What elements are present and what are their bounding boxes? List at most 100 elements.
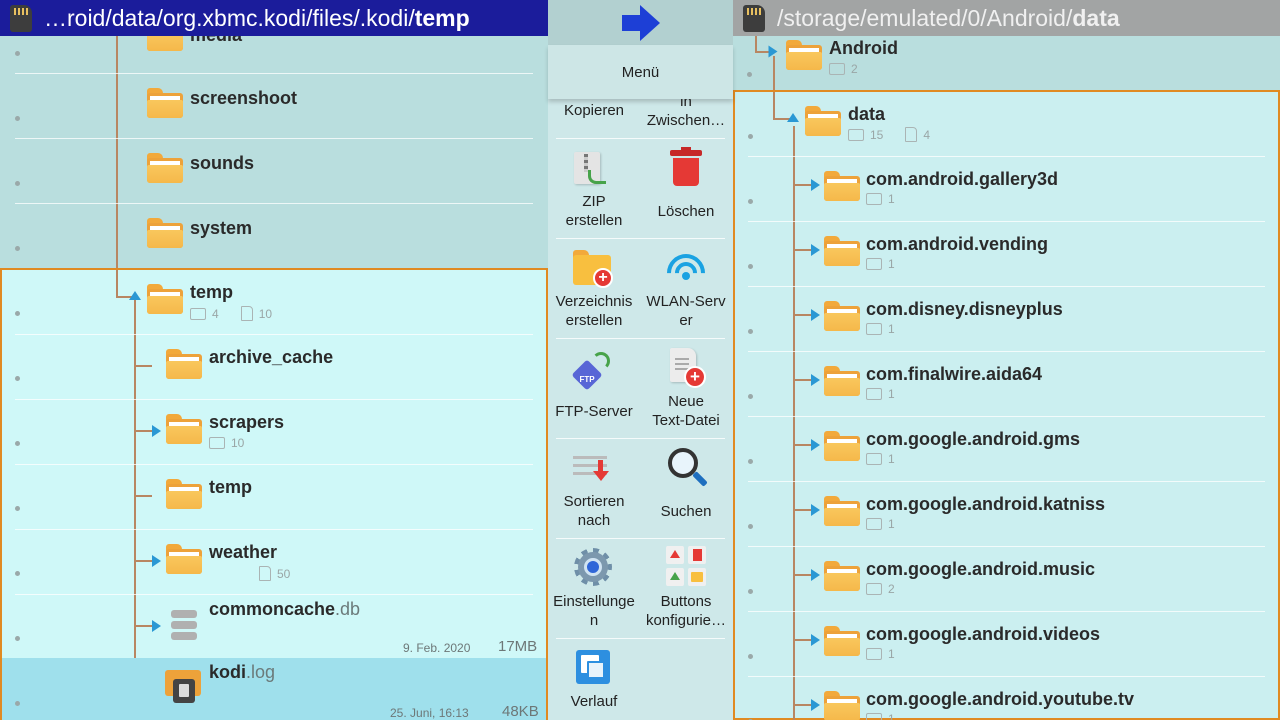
item-name: temp (190, 282, 234, 302)
folder-icon (824, 171, 860, 201)
folder-icon (824, 626, 860, 656)
folder-icon (786, 40, 822, 70)
item-name: commoncache.db (209, 599, 361, 619)
item-name: data (848, 104, 886, 124)
list-item-selected[interactable]: kodi.log 25. Juni, 16:13 48KB (2, 658, 546, 720)
new-text-file-icon: + (670, 348, 708, 388)
item-meta: 1 (866, 647, 895, 661)
item-meta: 1 (866, 257, 895, 271)
item-name: com.disney.disneyplus (866, 299, 1063, 319)
sort-by-button[interactable]: Sortieren nach (548, 438, 640, 538)
expand-arrow-icon[interactable] (152, 620, 161, 632)
current-folder-row[interactable]: temp 4 10 (2, 270, 546, 335)
right-parent-row[interactable]: Android 2 (733, 36, 1280, 90)
list-item[interactable]: commoncache.db 9. Feb. 2020 17MB (2, 595, 546, 660)
folder-icon (166, 544, 202, 574)
item-meta: 2 (866, 582, 895, 596)
item-name: com.google.android.music (866, 559, 1096, 579)
trash-icon (670, 147, 702, 188)
list-item[interactable]: com.google.android.videos 1 (735, 612, 1278, 677)
expand-arrow-icon[interactable] (811, 179, 820, 191)
item-name: scrapers (209, 412, 285, 432)
folder-icon (147, 88, 183, 118)
history-icon (576, 650, 610, 684)
list-item[interactable]: com.android.vending 1 (735, 222, 1278, 287)
zip-create-button[interactable]: ZIP erstellen (548, 138, 640, 238)
new-folder-icon: + (573, 250, 615, 288)
folder-icon (147, 153, 183, 183)
expand-arrow-icon[interactable] (811, 699, 820, 711)
item-meta: 1 (866, 712, 895, 720)
delete-button[interactable]: Löschen (640, 138, 732, 238)
list-item[interactable]: com.google.android.gms 1 (735, 417, 1278, 482)
item-meta: 1 (866, 517, 895, 531)
list-item[interactable]: com.google.android.katniss 1 (735, 482, 1278, 547)
left-parent-list: media screenshoot sounds system (0, 0, 548, 298)
expand-arrow-icon[interactable] (811, 504, 820, 516)
folder-icon (824, 691, 860, 720)
item-size: 17MB (498, 638, 538, 655)
right-panel[interactable]: /storage/emulated/0/Android/data Android… (733, 0, 1280, 720)
list-item[interactable]: weather 50 (2, 530, 546, 595)
expand-arrow-icon[interactable] (811, 244, 820, 256)
list-item[interactable]: com.disney.disneyplus 1 (735, 287, 1278, 352)
action-menu: Menü Kopieren in Zwischen… ZIP erstellen… (548, 0, 733, 720)
item-meta: 2 (829, 62, 858, 76)
expand-arrow-icon[interactable] (811, 634, 820, 646)
list-item[interactable]: com.android.gallery3d 1 (735, 157, 1278, 222)
item-name: com.android.vending (866, 234, 1049, 254)
left-panel[interactable]: …roid/data/org.xbmc.kodi/files/.kodi/tem… (0, 0, 548, 720)
item-date: 9. Feb. 2020 (403, 641, 471, 655)
search-icon (668, 448, 708, 488)
expand-arrow-icon[interactable] (811, 374, 820, 386)
list-item[interactable]: screenshoot (0, 74, 548, 139)
expand-arrow-icon[interactable] (811, 309, 820, 321)
list-item[interactable]: com.google.android.youtube.tv 1 (735, 677, 1278, 720)
expand-arrow-icon[interactable] (811, 569, 820, 581)
sd-card-icon (8, 3, 34, 33)
sort-icon (573, 454, 613, 484)
log-file-icon (165, 670, 201, 704)
item-meta: 10 (209, 436, 244, 450)
item-size: 48KB (502, 703, 539, 720)
new-text-file-button[interactable]: + Neue Text-Datei (640, 338, 732, 438)
folder-icon (824, 431, 860, 461)
database-icon (171, 610, 197, 642)
folder-icon (147, 218, 183, 248)
list-item[interactable]: archive_cache (2, 335, 546, 400)
list-item[interactable]: system (0, 204, 548, 269)
expand-arrow-icon[interactable] (152, 425, 161, 437)
settings-button[interactable]: Einstellunge n (548, 538, 640, 638)
folder-icon (147, 284, 183, 314)
list-item[interactable]: com.finalwire.aida64 1 (735, 352, 1278, 417)
list-item[interactable]: com.google.android.music 2 (735, 547, 1278, 612)
configure-buttons-button[interactable]: Buttons konfigurie… (640, 538, 732, 638)
folder-icon (824, 561, 860, 591)
right-path-text: /storage/emulated/0/Android/data (777, 4, 1120, 31)
folder-icon (166, 349, 202, 379)
wifi-server-button[interactable]: WLAN-Serv er (640, 238, 732, 338)
ftp-icon: FTP (571, 352, 612, 391)
configure-buttons-icon (666, 546, 706, 588)
current-folder-row[interactable]: data 15 4 (735, 92, 1278, 157)
create-folder-button[interactable]: + Verzeichnis erstellen (548, 238, 640, 338)
history-button[interactable]: Verlauf (548, 638, 640, 720)
expand-arrow-icon[interactable] (152, 555, 161, 567)
search-button[interactable]: Suchen (640, 438, 732, 538)
folder-icon (824, 496, 860, 526)
folder-icon (824, 236, 860, 266)
expand-arrow-icon[interactable] (811, 439, 820, 451)
list-item[interactable]: sounds (0, 139, 548, 204)
right-path-bar[interactable]: /storage/emulated/0/Android/data (733, 0, 1280, 36)
folder-icon (805, 106, 841, 136)
list-item[interactable]: temp (2, 465, 546, 530)
item-name: com.android.gallery3d (866, 169, 1059, 189)
item-name: com.google.android.katniss (866, 494, 1106, 514)
arrow-right-icon (621, 4, 660, 41)
item-meta: 1 (866, 322, 895, 336)
ftp-server-button[interactable]: FTP FTP-Server (548, 338, 640, 438)
list-item[interactable]: scrapers 10 (2, 400, 546, 465)
item-meta: 1 (866, 452, 895, 466)
item-name: com.finalwire.aida64 (866, 364, 1043, 384)
left-path-bar[interactable]: …roid/data/org.xbmc.kodi/files/.kodi/tem… (0, 0, 548, 36)
